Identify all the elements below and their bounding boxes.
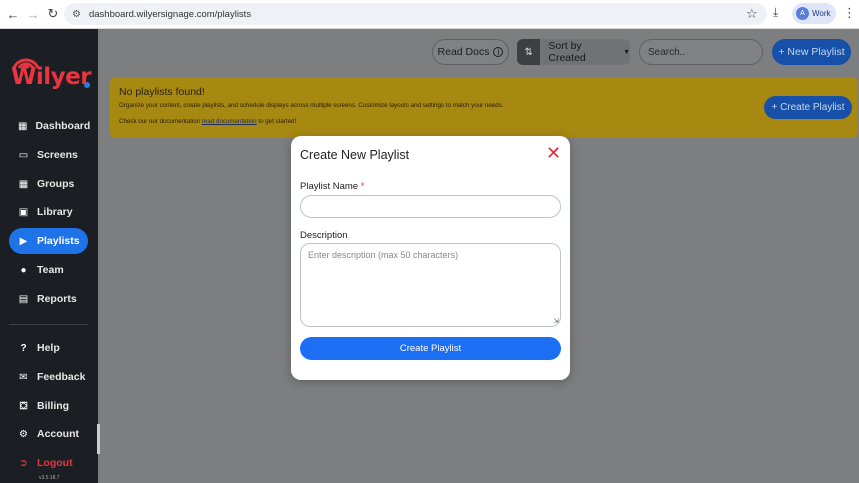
- avatar: A: [796, 7, 809, 20]
- search-input[interactable]: Search..: [639, 39, 763, 65]
- playlist-name-input[interactable]: [300, 195, 561, 218]
- profile-button[interactable]: A Work: [792, 3, 836, 24]
- sidebar-divider: [9, 324, 88, 325]
- playlist-name-label-text: Playlist Name: [300, 181, 359, 192]
- sidebar-item-help[interactable]: ? Help: [9, 335, 88, 361]
- logo-text: Wilyer: [11, 64, 92, 90]
- sidebar-item-account[interactable]: ⚙ Account: [9, 421, 88, 447]
- new-playlist-button[interactable]: + New Playlist: [772, 39, 851, 65]
- question-icon: ?: [20, 342, 27, 354]
- read-docs-button[interactable]: Read Docs i: [432, 39, 509, 65]
- banner-description: Organize your content, create playlists,…: [119, 102, 504, 109]
- monitor-icon: ▭: [18, 149, 29, 161]
- cart-icon: ⛋: [19, 400, 28, 412]
- sort-dropdown[interactable]: ⇅ Sort by Created ▼: [517, 39, 630, 65]
- create-playlist-button[interactable]: Create Playlist: [300, 337, 561, 360]
- description-label: Description: [300, 230, 348, 241]
- sidebar-item-groups[interactable]: ▦ Groups: [9, 171, 88, 197]
- banner-doc-prefix: Check our our documentation: [119, 118, 201, 125]
- sidebar-item-label: Help: [37, 342, 60, 354]
- description-textarea[interactable]: Enter description (max 50 characters) ⇲: [300, 243, 561, 327]
- sidebar-item-screens[interactable]: ▭ Screens: [9, 142, 88, 168]
- sidebar-item-dashboard[interactable]: ▦ Dashboard: [9, 113, 91, 139]
- empty-state-banner: No playlists found! Organize your conten…: [110, 77, 858, 138]
- grid-icon: ▦: [18, 178, 29, 190]
- required-mark: *: [360, 181, 365, 192]
- modal-title: Create New Playlist: [300, 148, 410, 162]
- sort-icon: ⇅: [517, 39, 541, 65]
- sidebar-item-feedback[interactable]: ✉ Feedback: [9, 364, 88, 390]
- url-text: dashboard.wilyersignage.com/playlists: [88, 8, 252, 20]
- sidebar-item-label: Groups: [37, 178, 75, 190]
- banner-doc-suffix: to get started!: [258, 118, 297, 125]
- dashboard-icon: ▦: [18, 120, 28, 132]
- chat-icon: ✉: [19, 371, 28, 383]
- sort-label: Sort by Created: [548, 40, 586, 64]
- sidebar-item-label: Screens: [37, 149, 78, 161]
- sidebar-item-team[interactable]: ● Team: [9, 257, 88, 283]
- site-settings-icon[interactable]: ⚙: [72, 9, 81, 20]
- close-icon[interactable]: ✕: [546, 144, 561, 162]
- sidebar-item-label: Reports: [37, 293, 77, 305]
- address-bar[interactable]: ⚙ dashboard.wilyersignage.com/playlists: [64, 3, 767, 25]
- info-icon: i: [493, 47, 504, 57]
- sidebar-item-reports[interactable]: ▤ Reports: [9, 286, 88, 312]
- create-playlist-banner-button[interactable]: + Create Playlist: [764, 96, 852, 119]
- sidebar-item-playlists[interactable]: ▶ Playlists: [9, 228, 88, 254]
- sidebar-item-label: Logout: [37, 457, 73, 469]
- playlist-name-label: Playlist Name *: [300, 181, 364, 192]
- create-playlist-modal: Create New Playlist ✕ Playlist Name * De…: [291, 136, 570, 380]
- forward-arrow-icon[interactable]: →: [23, 4, 43, 24]
- sidebar-item-label: Dashboard: [35, 120, 91, 132]
- chevron-down-icon: ▼: [623, 48, 630, 56]
- film-icon: ▣: [18, 206, 29, 218]
- description-placeholder: Enter description (max 50 characters): [308, 250, 459, 260]
- gear-icon: ⚙: [19, 428, 28, 440]
- sidebar: Wilyer ▦ Dashboard ▭ Screens ▦ Groups ▣ …: [0, 29, 98, 483]
- banner-title: No playlists found!: [119, 86, 205, 98]
- profile-label: Work: [812, 9, 831, 18]
- playlist-icon: ▶: [19, 235, 28, 247]
- logout-icon: ➲: [19, 457, 28, 469]
- sidebar-item-logout[interactable]: ➲ Logout: [9, 450, 88, 476]
- version-label: v3.5.18.7: [39, 475, 60, 481]
- sidebar-item-label: Account: [37, 428, 79, 440]
- read-documentation-link[interactable]: read documentation: [202, 118, 257, 125]
- back-arrow-icon[interactable]: ←: [3, 4, 23, 24]
- banner-doc-line: Check our our documentation read documen…: [119, 118, 296, 125]
- sidebar-item-library[interactable]: ▣ Library: [9, 199, 88, 225]
- bookmark-star-icon[interactable]: ☆: [746, 6, 758, 22]
- sidebar-item-label: Feedback: [37, 371, 86, 383]
- browser-toolbar: ← → ↻ ⚙ dashboard.wilyersignage.com/play…: [0, 0, 859, 29]
- download-icon[interactable]: ⤓: [773, 5, 778, 20]
- resize-handle-icon[interactable]: ⇲: [553, 317, 559, 325]
- logo-dot: [84, 82, 90, 88]
- sidebar-item-label: Library: [37, 206, 73, 218]
- clipboard-icon: ▤: [18, 293, 29, 305]
- reload-icon[interactable]: ↻: [43, 4, 63, 24]
- users-icon: ●: [20, 264, 27, 276]
- sidebar-item-label: Team: [37, 264, 64, 276]
- sidebar-item-label: Playlists: [37, 235, 80, 247]
- search-placeholder: Search..: [648, 46, 686, 58]
- sidebar-item-label: Billing: [37, 400, 70, 412]
- more-menu-icon[interactable]: ⋮: [843, 5, 856, 21]
- read-docs-label: Read Docs: [437, 46, 490, 58]
- sidebar-item-billing[interactable]: ⛋ Billing: [9, 393, 88, 419]
